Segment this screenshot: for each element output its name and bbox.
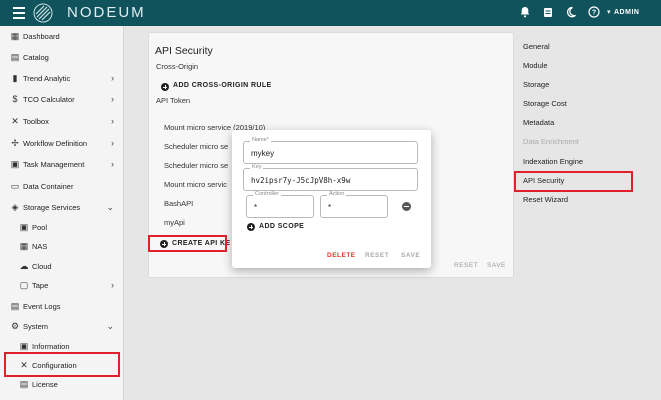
settings-menu-data-enrichment: Data Enrichment <box>523 137 579 146</box>
settings-menu-metadata[interactable]: Metadata <box>523 118 554 127</box>
add-circle-icon[interactable] <box>161 83 169 91</box>
action-field[interactable]: Action * <box>320 191 388 218</box>
menu-icon[interactable] <box>13 7 25 19</box>
event-log-icon: ▤ <box>10 301 20 311</box>
name-field[interactable]: Name* mykey <box>243 137 418 164</box>
add-scope-button[interactable]: ADD SCOPE <box>259 223 304 230</box>
delete-button[interactable]: DELETE <box>327 252 356 259</box>
reset-button[interactable]: RESET <box>454 262 478 269</box>
calendar-icon: ▣ <box>10 159 20 169</box>
wrench-icon: ✕ <box>20 360 28 370</box>
dialog-reset-button[interactable]: RESET <box>365 252 389 259</box>
cross-origin-label: Cross-Origin <box>156 62 199 71</box>
top-bar: NODEUM ? ▾ ADMIN <box>0 0 661 26</box>
sidebar-item-workflow-definition[interactable]: ✢ Workflow Definition › <box>0 134 124 152</box>
name-field-value: mykey <box>251 149 275 158</box>
sidebar-item-system[interactable]: ⚙ System ⌄ <box>0 317 124 335</box>
settings-menu-reset-wizard[interactable]: Reset Wizard <box>523 195 568 204</box>
key-field[interactable]: Key hv2ipsr7y-J5cJpV8h-x9w <box>243 164 418 191</box>
key-field-label: Key <box>250 164 264 170</box>
gear-icon: ⚙ <box>10 321 20 331</box>
info-card-icon: ▣ <box>19 341 29 351</box>
settings-menu-storage[interactable]: Storage <box>523 80 549 89</box>
sidebar-item-trend-analytic[interactable]: ▮ Trend Analytic › <box>0 69 124 87</box>
sidebar-item-information[interactable]: ▣ Information <box>0 337 124 355</box>
sidebar-item-task-management[interactable]: ▣ Task Management › <box>0 155 124 173</box>
dollar-icon: $ <box>12 94 18 104</box>
sidebar-item-storage-services[interactable]: ◈ Storage Services ⌄ <box>0 198 124 216</box>
api-token-item[interactable]: Scheduler micro se <box>164 142 228 151</box>
bell-icon[interactable] <box>518 6 532 20</box>
chevron-right-icon: › <box>111 159 114 169</box>
theme-toggle-icon[interactable] <box>564 6 578 20</box>
sidebar-item-license[interactable]: ▤ License <box>0 375 124 393</box>
action-field-label: Action <box>327 191 347 197</box>
sidebar-item-data-container[interactable]: ▭ Data Container <box>0 177 124 195</box>
page-title: API Security <box>155 45 213 57</box>
dashboard-icon: ▦ <box>10 31 20 41</box>
sidebar-item-dashboard[interactable]: ▦ Dashboard <box>0 27 124 45</box>
key-field-value: hv2ipsr7y-J5cJpV8h-x9w <box>251 176 351 185</box>
api-token-item[interactable]: Scheduler micro se <box>164 161 228 170</box>
sidebar-item-tape[interactable]: ▢ Tape › <box>0 276 124 294</box>
chevron-right-icon: › <box>111 73 114 83</box>
api-token-item[interactable]: Mount micro servic <box>164 180 227 189</box>
nodeum-logo-icon <box>33 3 53 23</box>
settings-menu-storage-cost[interactable]: Storage Cost <box>523 99 567 108</box>
chevron-down-icon: ⌄ <box>106 201 114 212</box>
container-icon: ▭ <box>10 181 20 191</box>
add-circle-icon[interactable] <box>160 240 168 248</box>
remove-scope-icon[interactable] <box>402 202 411 211</box>
settings-menu-module[interactable]: Module <box>523 61 548 70</box>
chevron-right-icon: › <box>111 280 114 290</box>
dialog-save-button[interactable]: SAVE <box>401 252 420 259</box>
sidebar-item-catalog[interactable]: ▤ Catalog <box>0 48 124 66</box>
chevron-down-icon: ⌄ <box>106 320 114 331</box>
action-field-value: * <box>328 203 332 212</box>
api-token-label: API Token <box>156 96 191 105</box>
catalog-icon: ▤ <box>10 52 20 62</box>
user-menu[interactable]: ADMIN <box>614 9 639 16</box>
chevron-right-icon: › <box>111 138 114 148</box>
create-api-key-button[interactable]: CREATE API KE <box>172 240 230 247</box>
sidebar-item-cloud[interactable]: ☁ Cloud <box>0 257 124 275</box>
settings-menu-indexation-engine[interactable]: Indexation Engine <box>523 157 583 166</box>
settings-menu-general[interactable]: General <box>523 42 550 51</box>
pool-icon: ▣ <box>19 222 29 232</box>
sidebar-item-nas[interactable]: ▦ NAS <box>0 237 124 255</box>
chevron-right-icon: › <box>111 116 114 126</box>
sidebar-item-toolbox[interactable]: ✕ Toolbox › <box>0 112 124 130</box>
tools-icon: ✕ <box>11 116 19 126</box>
sidebar-item-tco-calculator[interactable]: $ TCO Calculator › <box>0 90 124 108</box>
sidebar-item-configuration[interactable]: ✕ Configuration <box>0 356 124 374</box>
workflow-icon: ✢ <box>11 138 19 148</box>
help-icon[interactable]: ? <box>587 6 601 20</box>
controller-field[interactable]: Controller * <box>246 191 314 218</box>
add-circle-icon[interactable] <box>247 223 255 231</box>
api-token-item[interactable]: myApi <box>164 218 185 227</box>
controller-field-label: Controller <box>253 191 281 197</box>
sidebar-item-pool[interactable]: ▣ Pool <box>0 218 124 236</box>
task-list-icon[interactable] <box>541 6 555 20</box>
chevron-right-icon: › <box>111 94 114 104</box>
tape-icon: ▢ <box>19 280 29 290</box>
bar-chart-icon: ▮ <box>12 73 18 83</box>
save-button[interactable]: SAVE <box>487 262 506 269</box>
nas-icon: ▦ <box>19 241 29 251</box>
brand-name: NODEUM <box>67 4 146 21</box>
cloud-icon: ☁ <box>19 261 29 271</box>
settings-menu-api-security[interactable]: API Security <box>523 176 564 185</box>
layers-icon: ◈ <box>11 202 19 212</box>
api-token-item[interactable]: BashAPI <box>164 199 193 208</box>
license-icon: ▤ <box>19 379 29 389</box>
sidebar-item-event-logs[interactable]: ▤ Event Logs <box>0 297 124 315</box>
add-cross-origin-rule-button[interactable]: ADD CROSS-ORIGIN RULE <box>173 82 272 89</box>
chevron-down-icon[interactable]: ▾ <box>607 8 611 16</box>
controller-field-value: * <box>254 203 258 212</box>
svg-text:?: ? <box>592 10 596 17</box>
name-field-label: Name* <box>250 137 271 143</box>
